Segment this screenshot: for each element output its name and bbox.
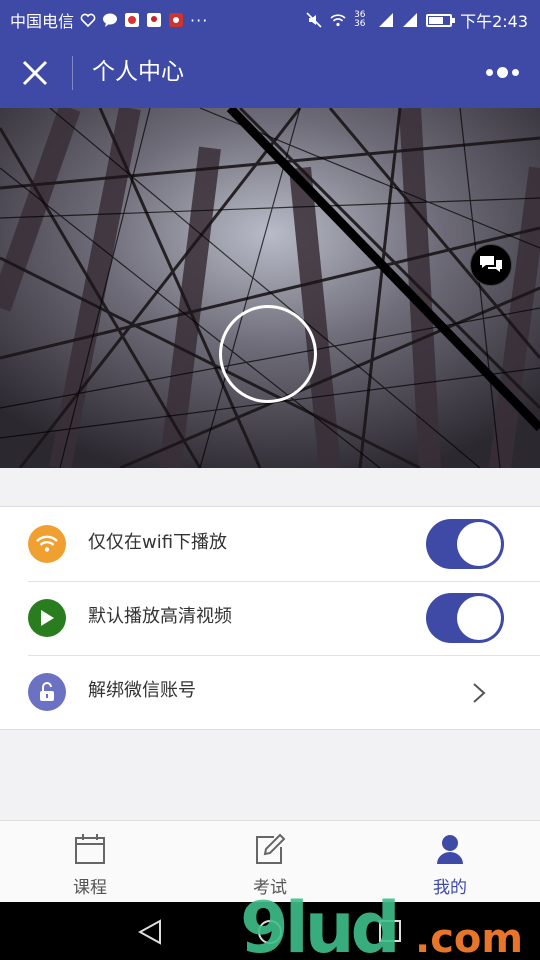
close-icon[interactable] [20,58,50,88]
health-icon [80,13,96,28]
message-icon [103,13,118,27]
page-title: 个人中心 [92,59,184,85]
location-notification-icon [147,13,162,27]
bottom-tab-bar: 课程 考试 我的 [0,820,540,902]
chat-bubbles-icon[interactable] [470,244,512,286]
setting-label: 默认播放高清视频 [88,606,232,627]
tab-mine[interactable]: 我的 [360,821,540,903]
signal-icon-2 [403,13,418,27]
app-notification-icon [125,13,140,27]
setting-label: 解绑微信账号 [88,680,196,701]
app-notification-icon-2 [169,13,184,27]
unlock-icon [28,673,66,711]
battery-icon [426,13,456,27]
wifi-status-icon [330,14,346,27]
cover-background-image [0,108,540,468]
tab-label: 考试 [253,878,287,898]
recents-icon[interactable] [378,919,402,943]
header-divider [72,56,73,90]
setting-wifi-only: 仅仅在wifi下播放 [0,507,540,581]
signal-icon [379,13,394,27]
wifi-only-toggle[interactable] [426,519,504,569]
chevron-right-icon[interactable] [472,682,486,704]
tab-exams[interactable]: 考试 [180,821,360,903]
clock: 下午2:43 [460,12,528,31]
app-header: 个人中心 [0,36,540,108]
home-icon[interactable] [257,919,283,945]
play-icon [28,599,66,637]
setting-label: 仅仅在wifi下播放 [88,532,228,553]
system-navigation-bar [0,902,540,960]
settings-list: 仅仅在wifi下播放 默认播放高清视频 解绑微信账号 [0,506,540,730]
wifi-icon [28,525,66,563]
network-type-label: 36 36 [354,10,366,29]
carrier-label: 中国电信 [10,12,75,31]
edit-icon [256,833,286,864]
hd-video-toggle[interactable] [426,593,504,643]
back-icon[interactable] [138,919,162,945]
setting-unbind-wechat[interactable]: 解绑微信账号 [0,655,540,729]
overflow-indicator: ··· [190,10,209,30]
person-icon [437,835,463,864]
tab-label: 课程 [73,878,107,898]
mute-icon [306,12,322,28]
avatar[interactable] [219,305,317,403]
status-bar: 中国电信 ··· 36 36 下午2:43 [0,0,540,36]
profile-cover [0,108,540,468]
more-icon[interactable] [486,66,520,78]
tab-label: 我的 [433,878,467,898]
tab-courses[interactable]: 课程 [0,821,180,903]
setting-hd-video: 默认播放高清视频 [0,581,540,655]
calendar-icon [75,834,105,864]
